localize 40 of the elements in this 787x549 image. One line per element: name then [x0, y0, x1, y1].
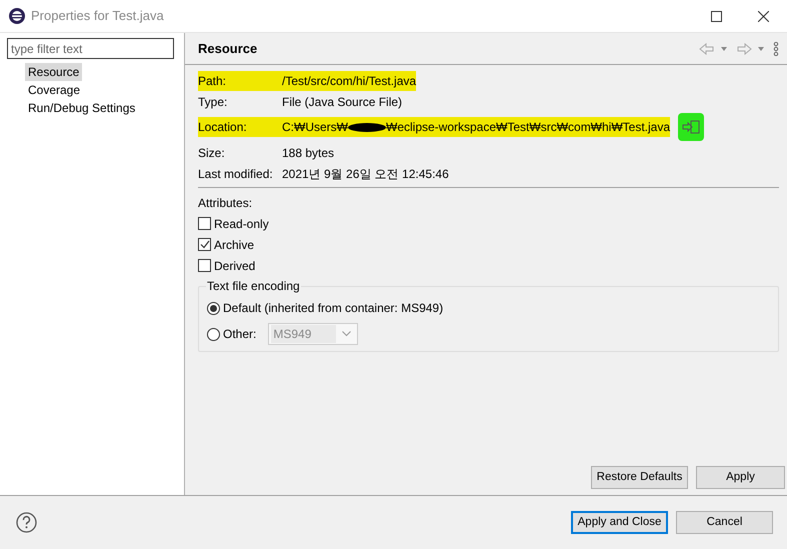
- more-options-icon[interactable]: [773, 42, 779, 56]
- property-label: Path:: [198, 72, 228, 90]
- copy-path-button[interactable]: [678, 113, 704, 141]
- page-button[interactable]: Restore Defaults: [591, 466, 688, 489]
- property-label: Last modified:: [198, 166, 274, 182]
- property-value: 188 bytes: [282, 144, 334, 162]
- group-title: Text file encoding: [206, 279, 301, 293]
- redaction-mark: [348, 122, 386, 132]
- property-label: Type:: [198, 94, 228, 110]
- encoding-radio[interactable]: Other:: [207, 325, 256, 343]
- sidebar-item[interactable]: Resource: [25, 63, 82, 81]
- sidebar-item[interactable]: Run/Debug Settings: [25, 99, 138, 117]
- attribute-checkbox[interactable]: Read-only: [198, 215, 269, 232]
- dialog-button[interactable]: Apply and Close: [571, 511, 668, 534]
- property-label: Size:: [198, 144, 226, 162]
- arrow-into-box-icon: [682, 120, 700, 134]
- app-icon: [8, 7, 26, 25]
- back-arrow-icon[interactable]: [699, 42, 727, 54]
- property-label: Location:: [198, 119, 248, 136]
- property-value: C:₩Users₩: [282, 119, 348, 136]
- checkmark-icon: [200, 240, 210, 249]
- attributes-label: Attributes:: [198, 195, 254, 212]
- encoding-radio[interactable]: Default (inherited from container: MS949): [207, 299, 444, 317]
- filter-field[interactable]: type filter text: [7, 38, 174, 59]
- chevron-down-icon: [342, 331, 352, 337]
- maximize-icon[interactable]: [711, 10, 722, 22]
- dialog-button[interactable]: Cancel: [676, 511, 773, 534]
- property-value: /Test/src/com/hi/Test.java: [282, 72, 416, 90]
- page-button[interactable]: Apply: [696, 466, 785, 489]
- sidebar-item[interactable]: Coverage: [25, 81, 84, 99]
- property-value: ₩eclipse-workspace₩Test₩src₩com₩hi₩Test.java: [386, 119, 670, 136]
- attribute-checkbox[interactable]: Derived: [198, 257, 256, 274]
- attribute-checkbox[interactable]: Archive: [198, 236, 254, 253]
- close-icon[interactable]: [758, 10, 769, 22]
- window-title: Properties for Test.java: [31, 7, 164, 26]
- help-icon[interactable]: [16, 512, 37, 533]
- property-value: File (Java Source File): [282, 94, 402, 110]
- page-title: Resource: [198, 40, 258, 58]
- forward-arrow-icon[interactable]: [737, 42, 765, 54]
- property-value: 2021년 9월 26일 오전 12:45:46: [282, 166, 449, 182]
